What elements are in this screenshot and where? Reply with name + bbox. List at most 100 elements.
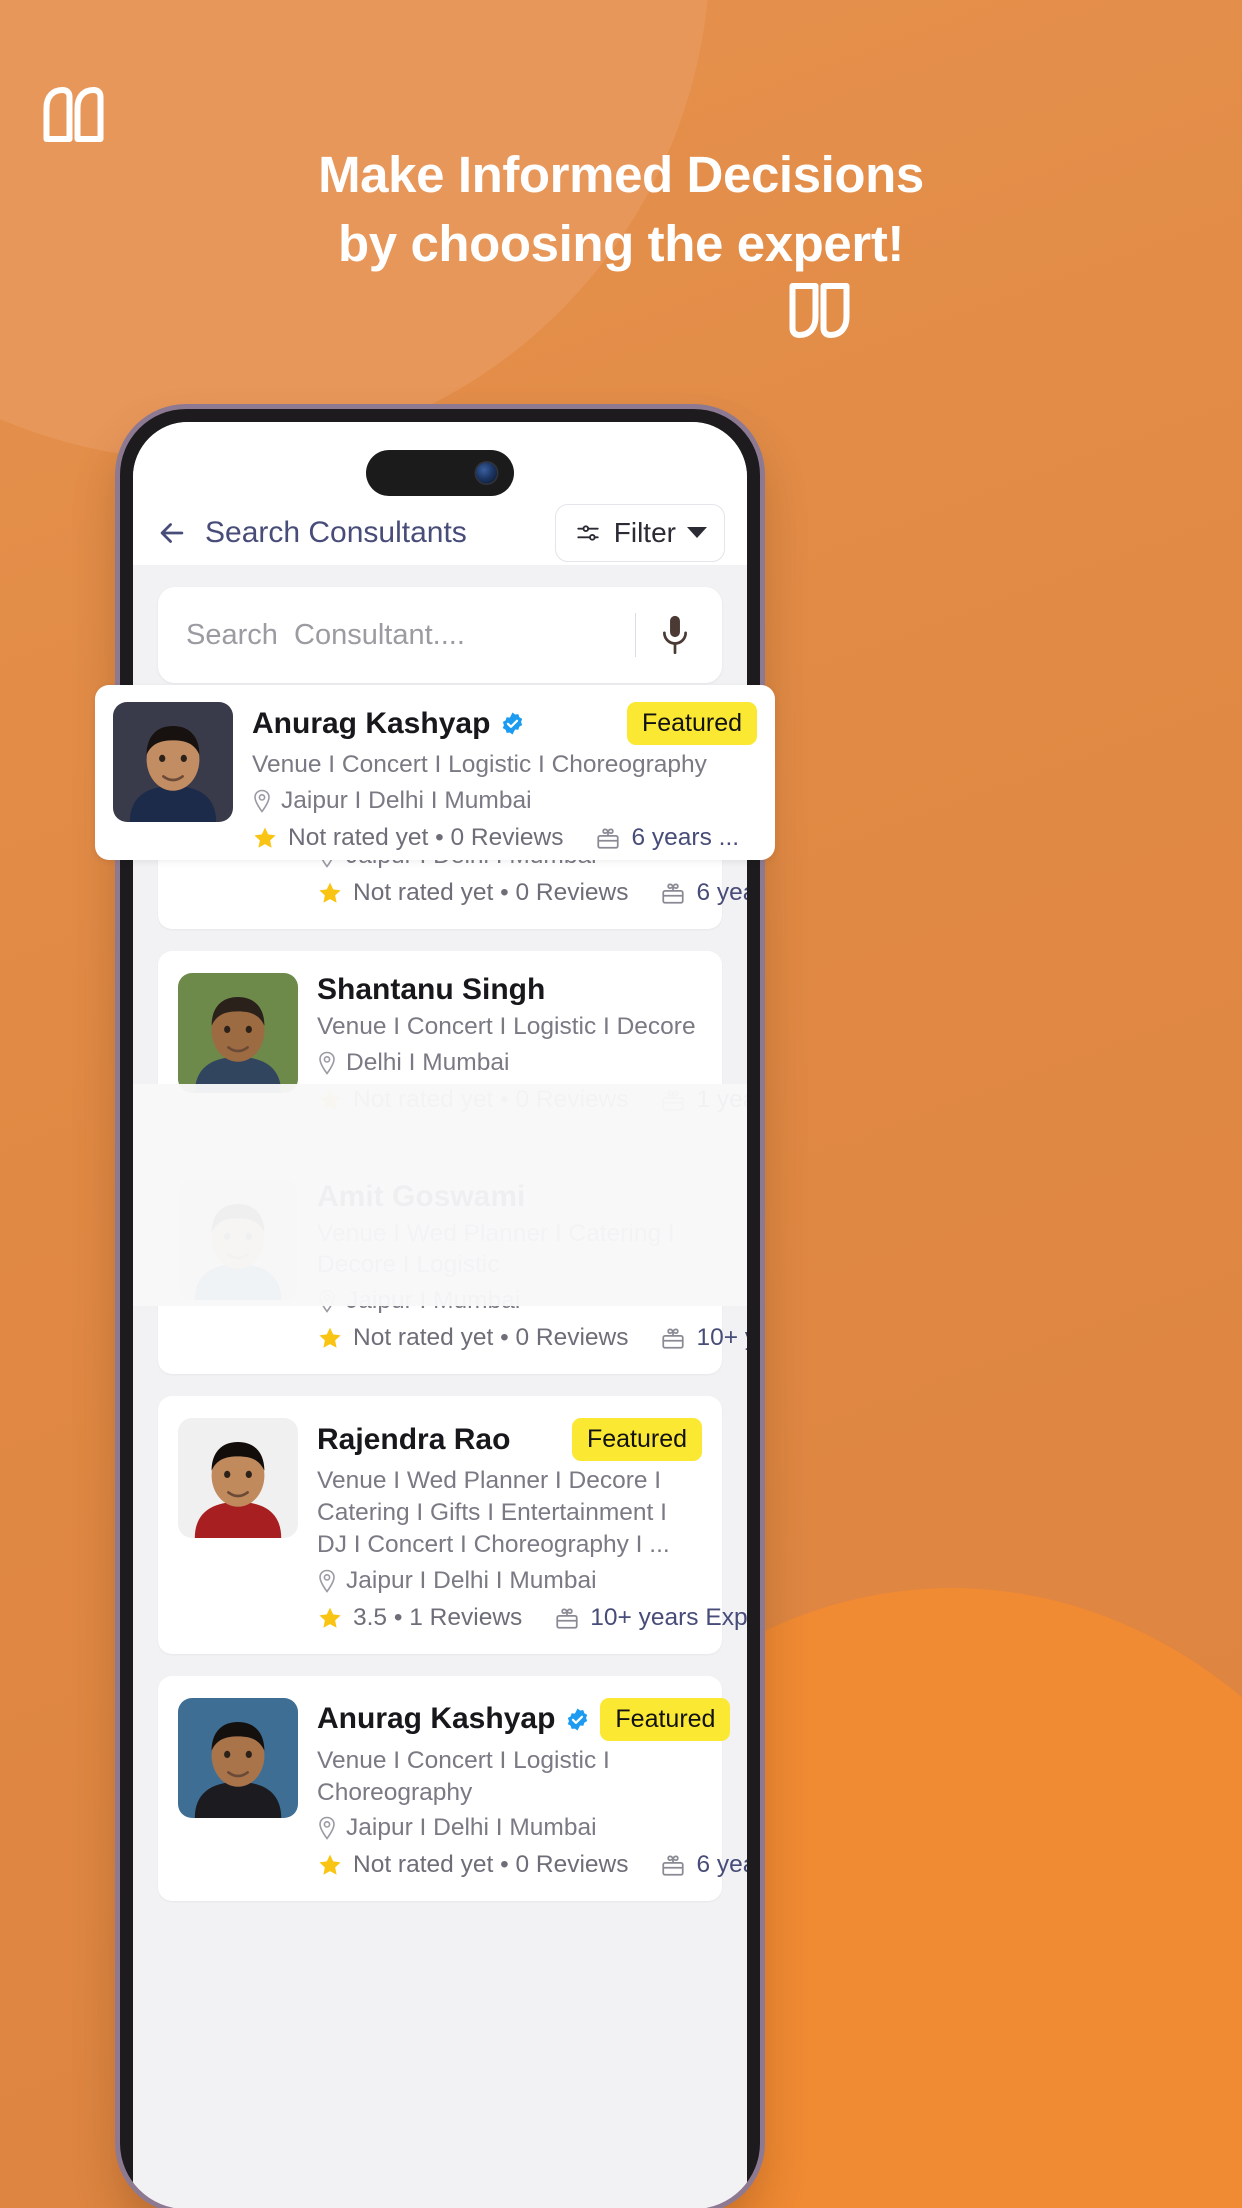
consultant-locations: Jaipur I Mumbai	[346, 1287, 521, 1315]
promo-headline: Make Informed Decisions by choosing the …	[0, 140, 1242, 279]
featured-badge: Featured	[571, 1418, 702, 1462]
quote-open-icon	[43, 87, 104, 142]
back-arrow-icon[interactable]	[155, 516, 189, 550]
consultant-info: Rajendra Rao Featured Venue I Wed Planner …	[317, 1418, 747, 1632]
consultant-experience: 6 years ...	[631, 823, 740, 851]
search-input[interactable]	[186, 618, 635, 652]
avatar-photo	[178, 1418, 298, 1539]
consultant-experience: 10+ year...	[696, 1324, 747, 1352]
consultant-meta-row: Not rated yet • 0 Reviews 1 years E...	[317, 1085, 747, 1114]
name-row: Anurag Kashyap Featured	[252, 702, 757, 745]
avatar-photo	[178, 1697, 298, 1818]
name-row: Anurag Kashyap Featured	[317, 1697, 731, 1741]
map-pin-icon	[319, 1289, 335, 1314]
search-box[interactable]	[158, 587, 722, 683]
consultant-location-row: Jaipur I Delhi I Mumbai	[317, 1814, 702, 1842]
sliders-icon	[577, 524, 599, 541]
map-pin-icon	[319, 1817, 335, 1841]
filter-button[interactable]: Filter	[554, 503, 725, 562]
star-icon	[319, 1327, 341, 1349]
star-icon	[319, 882, 341, 903]
chevron-down-icon	[687, 527, 707, 538]
avatar-photo	[178, 972, 298, 1093]
consultant-services: Venue I Concert I Logistic I Choreograph…	[317, 1746, 610, 1806]
consultant-card[interactable]: Shantanu Singh Venue I Concert I Logistic…	[158, 950, 747, 1136]
gift-icon	[597, 828, 620, 849]
verified-check-icon	[503, 712, 523, 735]
consultant-meta-row: Not rated yet • 0 Reviews 6 years ...	[317, 1851, 747, 1879]
consultant-name: Rajendra Rao	[317, 1422, 511, 1456]
consultant-name: Amit Goswami	[317, 1179, 526, 1213]
consultant-name: Anurag Kashyap	[252, 706, 491, 740]
avatar	[178, 1418, 298, 1539]
gift-icon	[556, 1608, 578, 1629]
headline-line-1: Make Informed Decisions	[318, 146, 924, 203]
map-pin-icon	[254, 789, 270, 813]
avatar	[178, 1697, 298, 1818]
consultant-meta-row: 3.5 • 1 Reviews 10+ years Exp.	[317, 1603, 747, 1632]
gift-icon	[662, 1855, 685, 1877]
consultant-info: Shantanu Singh Venue I Concert I Logistic…	[317, 973, 747, 1114]
star-icon	[319, 1089, 341, 1110]
name-row: Amit Goswami	[317, 1180, 702, 1214]
consultant-experience: 6 years ...	[696, 878, 747, 906]
headline-line-2: by choosing the expert!	[337, 215, 905, 273]
consultant-info: Anurag Kashyap Featured Venue I Concert I …	[252, 702, 757, 852]
gift-icon	[662, 1328, 685, 1349]
consultant-card[interactable]: Anurag Kashyap Featured Venue I Concert I …	[158, 1675, 747, 1902]
name-row: Rajendra Rao Featured	[317, 1418, 702, 1462]
consultant-meta-row: Not rated yet • 0 Reviews 6 years ...	[252, 824, 757, 852]
consultant-meta-row: Not rated yet • 0 Reviews 10+ year...	[317, 1324, 747, 1352]
consultant-rating: 3.5 • 1 Reviews	[353, 1603, 523, 1631]
consultant-card[interactable]: Rajendra Rao Featured Venue I Wed Planner …	[158, 1396, 747, 1654]
search-row	[133, 565, 747, 683]
consultant-meta-row: Not rated yet • 0 Reviews 6 years ...	[317, 878, 747, 907]
consultant-location-row: Jaipur I Delhi I Mumbai	[317, 1567, 702, 1595]
consultant-location-row: Jaipur I Mumbai	[317, 1287, 702, 1315]
consultant-info: Amit Goswami Venue I Wed Planner I Cateri…	[317, 1180, 747, 1353]
consultant-list: Anurag Kashyap Featured Venue I Concert I …	[133, 683, 747, 1902]
avatar	[178, 1179, 298, 1300]
consultant-rating: Not rated yet • 0 Reviews	[353, 1085, 629, 1113]
consultant-rating: Not rated yet • 0 Reviews	[288, 823, 564, 851]
microphone-icon[interactable]	[658, 613, 692, 657]
page-title: Search Consultants	[205, 515, 467, 549]
consultant-name: Anurag Kashyap	[317, 1702, 556, 1736]
quote-close-icon	[789, 283, 850, 338]
consultant-services: Venue I Concert I Logistic I Decore	[317, 1012, 696, 1040]
search-divider	[634, 613, 636, 657]
star-icon	[254, 827, 276, 848]
consultant-rating: Not rated yet • 0 Reviews	[353, 1851, 629, 1879]
consultant-location-row: Jaipur I Delhi I Mumbai	[252, 787, 757, 815]
front-camera-icon	[476, 462, 497, 484]
consultant-locations: Jaipur I Delhi I Mumbai	[346, 1566, 597, 1594]
featured-badge: Featured	[600, 1697, 731, 1741]
consultant-locations: Jaipur I Delhi I Mumbai	[281, 786, 532, 814]
verified-check-icon	[568, 1708, 588, 1731]
star-icon	[319, 1607, 341, 1628]
consultant-experience: 10+ years Exp.	[590, 1603, 747, 1631]
name-row: Shantanu Singh	[317, 973, 702, 1007]
map-pin-icon	[319, 1051, 335, 1075]
consultant-services: Venue I Wed Planner I Catering I Decore …	[317, 1219, 675, 1279]
consultant-rating: Not rated yet • 0 Reviews	[353, 878, 629, 906]
gift-icon	[662, 883, 685, 904]
consultant-locations: Delhi I Mumbai	[346, 1048, 510, 1076]
phone-mockup: Search Consultants Filter Search Consult…	[120, 409, 760, 2208]
gift-icon	[662, 1090, 685, 1111]
avatar	[113, 702, 233, 822]
consultant-locations: Jaipur I Delhi I Mumbai	[346, 1814, 597, 1842]
consultant-experience: 1 years E...	[696, 1085, 747, 1113]
featured-badge: Featured	[626, 702, 757, 745]
consultant-card[interactable]: Amit Goswami Venue I Wed Planner I Cateri…	[158, 1157, 747, 1375]
highlighted-consultant-card[interactable]: Anurag Kashyap Featured Venue I Concert I …	[95, 685, 775, 860]
avatar-photo	[113, 702, 233, 822]
star-icon	[319, 1855, 341, 1876]
consultant-location-row: Delhi I Mumbai	[317, 1049, 702, 1077]
avatar-photo	[178, 1179, 298, 1300]
filter-label: Filter	[613, 516, 676, 548]
consultant-name: Shantanu Singh	[317, 972, 546, 1006]
consultant-info: Anurag Kashyap Featured Venue I Concert I …	[317, 1697, 747, 1880]
consultant-services: Venue I Wed Planner I Decore I Catering …	[317, 1467, 670, 1558]
consultant-rating: Not rated yet • 0 Reviews	[353, 1324, 629, 1352]
